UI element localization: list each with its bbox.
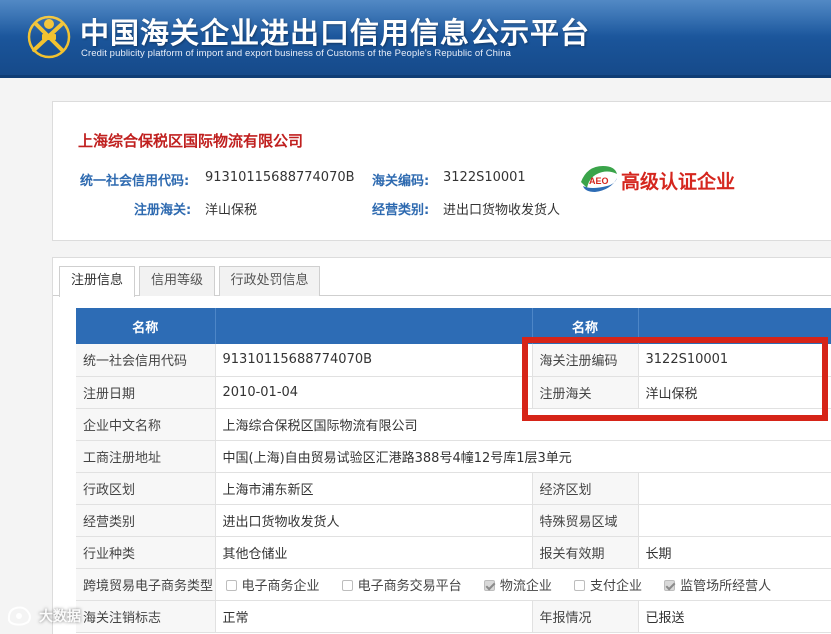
row-value: 长期 — [638, 536, 831, 569]
registration-info-table: 名称 名称 统一社会信用代码 91310115688774070B 海关注册编码… — [76, 308, 831, 633]
customs-code-value: 3122S10001 — [443, 170, 526, 185]
aeo-label: 高级认证企业 — [621, 171, 736, 193]
column-header-value — [638, 308, 831, 344]
ecommerce-type-options: 电子商务企业 电子商务交易平台 物流企业 支付企业 监管场所经营人 — [215, 568, 831, 601]
row-label: 企业中文名称 — [76, 408, 216, 441]
checkbox-label: 物流企业 — [499, 578, 552, 594]
credit-code-label: 统一社会信用代码: — [80, 174, 190, 189]
row-value: 其他仓储业 — [215, 536, 533, 569]
row-label: 经济区划 — [532, 472, 639, 505]
tab-bar: 注册信息 信用等级 行政处罚信息 — [53, 258, 831, 297]
table-header-row: 名称 名称 — [76, 308, 831, 344]
ecommerce-type-label: 跨境贸易电子商务类型 — [76, 568, 216, 601]
checkbox-label: 电子商务企业 — [241, 578, 320, 594]
watermark: 大数据 — [6, 604, 81, 630]
row-value: 已报送 — [638, 600, 831, 633]
table-row: 注册日期 2010-01-04 注册海关 洋山保税 — [76, 376, 831, 409]
reg-customs-label: 注册海关: — [134, 203, 192, 218]
column-header-name: 名称 — [76, 308, 216, 344]
table-row: 跨境贸易电子商务类型 电子商务企业 电子商务交易平台 物流企业 支付企业 监管场… — [76, 568, 831, 601]
checkbox-icon — [573, 579, 585, 591]
site-header: 中国海关企业进出口信用信息公示平台 Credit publicity platf… — [0, 0, 831, 78]
checkbox-label: 监管场所经营人 — [680, 578, 772, 594]
row-value: 上海综合保税区国际物流有限公司 — [215, 408, 831, 441]
row-label: 工商注册地址 — [76, 440, 216, 473]
tab-registration-info[interactable]: 注册信息 — [59, 266, 135, 297]
checkbox-icon — [225, 579, 237, 591]
aeo-logo-text: AEO — [589, 176, 609, 186]
watermark-text: 大数据 — [39, 609, 81, 625]
table-row: 行业种类 其他仓储业 报关有效期 长期 — [76, 536, 831, 569]
row-value: 91310115688774070B — [215, 344, 533, 377]
table-row: 企业中文名称 上海综合保税区国际物流有限公司 — [76, 408, 831, 441]
table-row: 统一社会信用代码 91310115688774070B 海关注册编码 3122S… — [76, 344, 831, 377]
row-label: 注册日期 — [76, 376, 216, 409]
table-row: 海关注销标志 正常 年报情况 已报送 — [76, 600, 831, 633]
row-value — [638, 504, 831, 537]
table-row: 经营类别 进出口货物收发货人 特殊贸易区域 — [76, 504, 831, 537]
customs-emblem-icon — [27, 15, 71, 59]
row-label: 注册海关 — [532, 376, 639, 409]
aeo-logo-icon: AEO — [581, 166, 617, 192]
row-label: 海关注册编码 — [532, 344, 639, 377]
business-type-label: 经营类别: — [372, 203, 430, 218]
row-label: 海关注销标志 — [76, 600, 216, 633]
column-header-value — [215, 308, 533, 344]
row-label: 报关有效期 — [532, 536, 639, 569]
tab-credit-rating[interactable]: 信用等级 — [139, 266, 215, 296]
row-value: 中国(上海)自由贸易试验区汇港路388号4幢12号库1层3单元 — [215, 440, 831, 473]
row-value: 2010-01-04 — [215, 376, 533, 409]
row-value: 洋山保税 — [638, 376, 831, 409]
credit-code-value: 91310115688774070B — [205, 170, 355, 185]
company-summary-card: 上海综合保税区国际物流有限公司 统一社会信用代码: 91310115688774… — [52, 101, 831, 241]
checkbox-label: 电子商务交易平台 — [357, 578, 462, 594]
table-row: 行政区划 上海市浦东新区 经济区划 — [76, 472, 831, 505]
row-value: 正常 — [215, 600, 533, 633]
checkbox-supervision-operator[interactable]: 监管场所经营人 — [664, 575, 771, 594]
tab-administrative-penalty[interactable]: 行政处罚信息 — [219, 266, 320, 296]
checkbox-logistics-enterprise[interactable]: 物流企业 — [483, 575, 552, 594]
row-label: 行政区划 — [76, 472, 216, 505]
site-subtitle: Credit publicity platform of import and … — [81, 48, 512, 59]
row-label: 年报情况 — [532, 600, 639, 633]
customs-code-label: 海关编码: — [372, 174, 430, 189]
row-label: 特殊贸易区域 — [532, 504, 639, 537]
checkbox-label: 支付企业 — [589, 578, 642, 594]
business-type-value: 进出口货物收发货人 — [443, 203, 561, 218]
table-row: 工商注册地址 中国(上海)自由贸易试验区汇港路388号4幢12号库1层3单元 — [76, 440, 831, 473]
reg-customs-value: 洋山保税 — [205, 203, 258, 218]
row-value — [638, 472, 831, 505]
site-title: 中国海关企业进出口信用信息公示平台 — [80, 16, 591, 50]
checkbox-ecommerce-platform[interactable]: 电子商务交易平台 — [341, 575, 462, 594]
row-label: 经营类别 — [76, 504, 216, 537]
row-value: 3122S10001 — [638, 344, 831, 377]
checkbox-payment-enterprise[interactable]: 支付企业 — [573, 575, 642, 594]
aeo-certification-badge: AEO 高级认证企业 — [577, 160, 737, 196]
checkbox-ecommerce-enterprise[interactable]: 电子商务企业 — [225, 575, 320, 594]
row-value: 上海市浦东新区 — [215, 472, 533, 505]
column-header-name: 名称 — [532, 308, 639, 344]
checkbox-icon — [341, 579, 353, 591]
company-name: 上海综合保税区国际物流有限公司 — [78, 132, 304, 150]
checkbox-checked-icon — [664, 579, 676, 591]
checkbox-checked-icon — [483, 579, 495, 591]
row-label: 行业种类 — [76, 536, 216, 569]
row-label: 统一社会信用代码 — [76, 344, 216, 377]
row-value: 进出口货物收发货人 — [215, 504, 533, 537]
camera-icon — [7, 606, 31, 626]
